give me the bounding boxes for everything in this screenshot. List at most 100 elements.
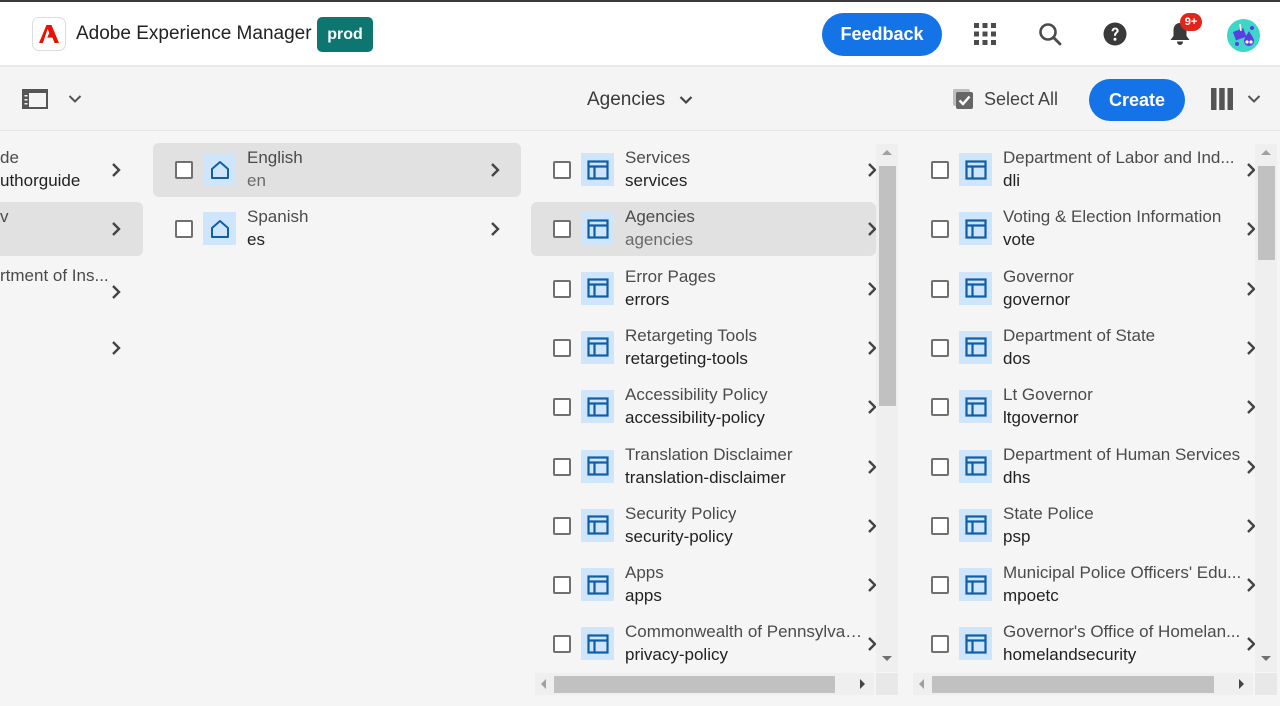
column-item[interactable]: Governor governor: [909, 262, 1256, 316]
chevron-right-icon[interactable]: [110, 220, 122, 238]
item-name: dli: [1003, 171, 1021, 190]
column-item[interactable]: Lt Governor ltgovernor: [909, 380, 1256, 434]
scrollbar-thumb[interactable]: [1258, 166, 1275, 260]
item-title: de: [0, 148, 19, 167]
column-item[interactable]: Services services: [531, 143, 877, 197]
scrollbar-thumb[interactable]: [879, 166, 896, 406]
item-name: dos: [1003, 348, 1031, 368]
item-checkbox[interactable]: [931, 516, 949, 535]
rail-toggle-button[interactable]: [22, 89, 82, 109]
column-item[interactable]: Spanish es: [153, 202, 521, 256]
scroll-right-arrow-icon[interactable]: [1239, 679, 1244, 689]
vertical-scrollbar[interactable]: [876, 144, 898, 672]
item-thumbnail: [203, 153, 236, 186]
view-switcher[interactable]: [1211, 88, 1261, 110]
scroll-right-arrow-icon[interactable]: [860, 679, 865, 689]
notifications-button[interactable]: 9+: [1162, 13, 1202, 52]
column-item[interactable]: State Police psp: [909, 499, 1256, 553]
column-item[interactable]: Apps apps: [531, 558, 877, 612]
chevron-right-icon[interactable]: [110, 283, 122, 301]
column-item[interactable]: Translation Disclaimer translation-discla…: [531, 440, 877, 494]
scrollbar-thumb[interactable]: [554, 676, 835, 693]
scroll-up-arrow-icon[interactable]: [1261, 150, 1271, 155]
vertical-scrollbar[interactable]: [1255, 144, 1277, 672]
item-name: security-policy: [625, 526, 733, 546]
item-checkbox[interactable]: [553, 635, 571, 654]
item-checkbox[interactable]: [553, 457, 571, 476]
chevron-right-icon[interactable]: [110, 339, 122, 357]
adobe-logo[interactable]: [32, 17, 66, 51]
column-item[interactable]: de uthorguide: [0, 143, 133, 197]
scroll-left-arrow-icon[interactable]: [919, 679, 924, 689]
column-item[interactable]: Retargeting Tools retargeting-tools: [531, 321, 877, 375]
item-title: Services: [625, 148, 691, 167]
apps-grid-button[interactable]: [967, 16, 1003, 52]
column-item[interactable]: Governor's Office of Homelan... homelands…: [909, 617, 1256, 671]
chevron-right-icon[interactable]: [110, 161, 122, 179]
column-item[interactable]: [0, 321, 133, 375]
item-checkbox[interactable]: [931, 398, 949, 417]
scroll-up-arrow-icon[interactable]: [882, 150, 892, 155]
item-checkbox[interactable]: [553, 338, 571, 357]
item-checkbox[interactable]: [553, 279, 571, 298]
horizontal-scrollbar[interactable]: [535, 673, 874, 695]
item-title: Security Policy: [625, 503, 737, 523]
chevron-down-icon: [679, 96, 693, 105]
item-checkbox[interactable]: [553, 398, 571, 417]
help-button[interactable]: [1097, 16, 1133, 52]
item-thumbnail: [959, 568, 992, 602]
item-title: Governor: [1003, 266, 1074, 286]
item-checkbox[interactable]: [931, 635, 949, 654]
column-item[interactable]: Voting & Election Information vote: [909, 202, 1256, 256]
create-button[interactable]: Create: [1089, 79, 1185, 121]
scroll-down-arrow-icon[interactable]: [882, 656, 892, 661]
item-checkbox[interactable]: [553, 161, 571, 179]
chevron-right-icon[interactable]: [489, 220, 501, 238]
scrollbar-thumb[interactable]: [932, 676, 1214, 693]
column-item[interactable]: Department of Labor and Ind... dli: [909, 143, 1256, 197]
column-item[interactable]: rtment of Ins...: [0, 261, 133, 315]
user-avatar[interactable]: [1227, 19, 1260, 52]
item-checkbox[interactable]: [931, 576, 949, 595]
item-thumbnail: [581, 627, 614, 661]
column-item[interactable]: Agencies agencies: [531, 202, 877, 257]
column-item[interactable]: Error Pages errors: [531, 262, 877, 316]
chevron-right-icon[interactable]: [489, 161, 501, 179]
item-checkbox[interactable]: [553, 516, 571, 535]
item-checkbox[interactable]: [553, 220, 571, 239]
scroll-down-arrow-icon[interactable]: [1261, 656, 1271, 661]
search-button[interactable]: [1032, 16, 1068, 52]
column-item[interactable]: Accessibility Policy accessibility-policy: [531, 380, 877, 434]
item-checkbox[interactable]: [931, 338, 949, 357]
item-name: accessibility-policy: [625, 408, 765, 428]
column-item[interactable]: Municipal Police Officers' Edu... mpoetc: [909, 558, 1256, 612]
column-item[interactable]: Commonwealth of Pennsylvan... privacy-pol…: [531, 617, 877, 671]
horizontal-scrollbar[interactable]: [913, 673, 1253, 695]
side-rail-icon: [22, 89, 48, 109]
column-item[interactable]: Department of Human Services dhs: [909, 440, 1256, 494]
item-title: Municipal Police Officers' Edu...: [1003, 563, 1242, 583]
item-title: Department of State: [1003, 325, 1156, 345]
feedback-button[interactable]: Feedback: [822, 13, 942, 56]
column-item[interactable]: Security Policy security-policy: [531, 499, 877, 553]
item-name: vote: [1003, 230, 1036, 250]
item-checkbox[interactable]: [175, 161, 193, 179]
breadcrumb-dropdown[interactable]: Agencies: [587, 89, 693, 111]
item-checkbox[interactable]: [931, 220, 949, 239]
item-checkbox[interactable]: [553, 576, 571, 595]
item-title: Translation Disclaimer: [625, 444, 793, 464]
item-checkbox[interactable]: [931, 457, 949, 476]
column-item[interactable]: Department of State dos: [909, 321, 1256, 375]
item-checkbox[interactable]: [931, 279, 949, 298]
item-thumbnail: [959, 627, 992, 661]
select-all-button[interactable]: Select All: [952, 88, 1058, 110]
item-checkbox[interactable]: [175, 220, 193, 238]
app-title[interactable]: Adobe Experience Manager: [76, 23, 312, 45]
environment-badge: prod: [317, 17, 373, 52]
column-item[interactable]: v: [0, 202, 143, 256]
scroll-left-arrow-icon[interactable]: [541, 679, 546, 689]
notification-count-badge: 9+: [1180, 13, 1202, 31]
item-name: services: [625, 171, 688, 190]
item-checkbox[interactable]: [931, 161, 949, 179]
column-item[interactable]: English en: [153, 143, 521, 197]
